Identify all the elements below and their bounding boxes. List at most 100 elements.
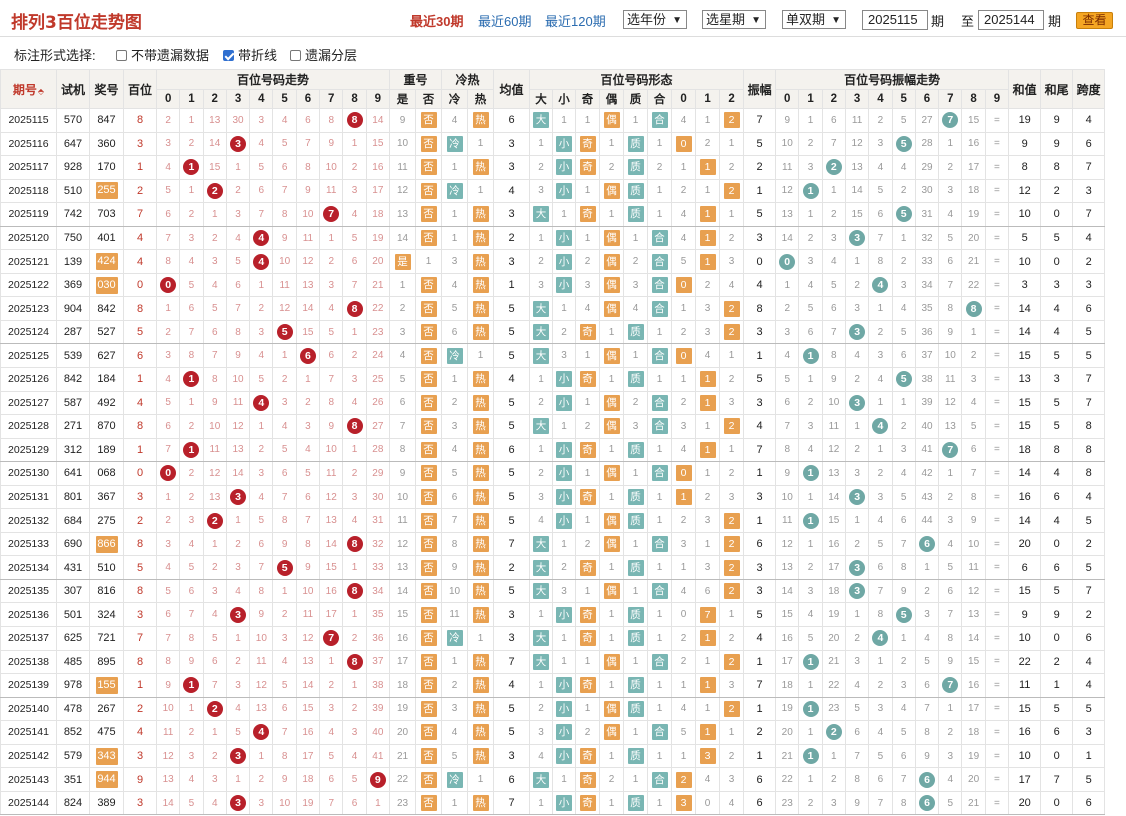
year-select[interactable]: 选年份 ▼: [623, 10, 687, 29]
coldhot-cell: 热: [467, 225, 495, 251]
shape-tag: 小: [556, 277, 573, 294]
amp-trend-cell: 1: [868, 649, 893, 675]
amp-trend-cell: 8: [961, 296, 986, 321]
amp-trend-cell: 1: [798, 743, 823, 769]
parity-select[interactable]: 单双期 ▼: [782, 10, 846, 29]
shape-tag: 小: [556, 135, 573, 152]
shape-cell: 2: [719, 696, 745, 722]
coldhot-cell: 热: [467, 508, 495, 533]
trend-cell: 2: [342, 155, 367, 180]
trend-cell: 8: [272, 743, 297, 769]
trend-cell: 7: [225, 296, 251, 321]
amplitude-cell: 3: [743, 319, 777, 345]
shape-cell: 4: [719, 790, 745, 816]
coldhot-tag: 热: [472, 112, 489, 129]
shape-cell: 3: [529, 720, 554, 745]
amp-trend-cell: 9: [821, 367, 846, 392]
trend-cell: 24: [365, 343, 391, 369]
shape-tag: 质: [627, 135, 644, 152]
query-button[interactable]: 查看: [1076, 12, 1113, 29]
sum-cell: 14: [1008, 508, 1042, 533]
trend-cell: 3: [155, 531, 181, 557]
amp-trend-cell: 3: [844, 484, 870, 510]
prize-cell: 842: [89, 296, 124, 321]
amp-trend-cell: 1: [798, 508, 823, 533]
table-row: 2025132 684 275 2 2 3 2 1 5 8 7 13 4 31 11 否 7 热 5 4 小 1 偶质 1 2 3…: [0, 508, 1106, 533]
hundred-digit-cell: 1: [123, 673, 157, 698]
shape-cell: 奇: [575, 790, 601, 816]
col-issue-header[interactable]: 期号⬘: [0, 69, 57, 109]
amp-trend-cell: 19: [821, 602, 846, 628]
amp-ball: 3: [849, 324, 866, 341]
option-layered[interactable]: 遗漏分层: [290, 45, 357, 64]
prize-cell: 475: [89, 720, 124, 745]
avg-cell: 7: [493, 649, 531, 675]
span-cell: 5: [1072, 343, 1106, 369]
coldhot-cell: 热: [467, 437, 495, 463]
shape-tag: 奇: [579, 559, 596, 576]
start-issue-input[interactable]: 2025115: [862, 10, 928, 30]
period-60-link[interactable]: 最近60期: [478, 11, 531, 30]
prize-cell: 275: [89, 508, 124, 533]
period-30-link[interactable]: 最近30期: [410, 11, 463, 30]
amp-trend-cell: 2: [891, 249, 916, 274]
sort-icon[interactable]: ⬘: [38, 87, 44, 96]
shape-cell: 2: [719, 367, 745, 392]
option-polyline[interactable]: 带折线: [223, 45, 277, 64]
amp-trend-cell: 6: [798, 319, 823, 345]
shape-cell: 小: [552, 249, 577, 274]
trend-cell: 10: [249, 626, 274, 651]
amp-trend-cell: 20: [961, 225, 986, 251]
trend-cell: 1: [179, 437, 204, 463]
tail-cell: 0: [1040, 790, 1074, 816]
amp-trend-cell: 1: [798, 484, 823, 510]
avg-cell: 6: [493, 108, 531, 133]
amp-trend-cell: 3: [798, 155, 823, 180]
amp-trend-cell: 44: [914, 508, 940, 533]
amp-trend-cell: 18: [775, 673, 800, 698]
coldhot-cell: 热: [467, 720, 495, 745]
sum-cell: 16: [1008, 484, 1042, 510]
shape-cell: 1: [552, 108, 577, 133]
shape-cell: 质: [623, 790, 649, 816]
checkbox-icon[interactable]: [290, 50, 301, 61]
shape-cell: 1: [623, 461, 649, 486]
trend-cell: 10: [225, 367, 251, 392]
trend-cell: 1: [202, 202, 227, 227]
amp-trend-cell: 5: [961, 414, 986, 439]
amp-trend-cell: 4: [775, 343, 800, 369]
trend-cell: 5: [249, 508, 274, 533]
issue-cell: 2025117: [0, 155, 57, 180]
avg-cell: 1: [493, 272, 531, 298]
trend-cell: 1: [179, 367, 204, 392]
hundred-digit-cell: 8: [123, 531, 157, 557]
end-issue-input[interactable]: 2025144: [978, 10, 1044, 30]
span-cell: 1: [1072, 743, 1106, 769]
trend-cell: 1: [179, 696, 204, 722]
checkbox-checked-icon[interactable]: [223, 50, 234, 61]
shape-subheader: 大: [529, 89, 554, 109]
amp-trend-cell: 12: [821, 437, 846, 463]
table-row: 2025125 539 627 6 3 8 7 9 4 1 6 6 2 24 4 否冷 1 5 大 3 1 偶 1 合 0 4 1 1…: [0, 343, 1106, 369]
amp-trend-cell: 14: [844, 178, 870, 204]
checkbox-icon[interactable]: [116, 50, 127, 61]
shape-cell: 偶: [599, 343, 625, 369]
period-120-link[interactable]: 最近120期: [545, 11, 606, 30]
shape-tag: 3: [675, 795, 692, 812]
week-select[interactable]: 选星期 ▼: [702, 10, 766, 29]
shape-cell: 4: [529, 508, 554, 533]
issue-cell: 2025123: [0, 296, 57, 321]
shape-cell: 2: [719, 108, 745, 133]
trend-cell: 17: [295, 743, 321, 769]
repeat-cell: 8: [389, 437, 417, 463]
trend-cell: 5: [202, 626, 227, 651]
trend-cell: 5: [179, 272, 204, 298]
amplitude-cell: 6: [743, 531, 777, 557]
shape-cell: 小: [552, 790, 577, 816]
trend-cell: 3: [319, 272, 344, 298]
amp-trend-cell: =: [984, 696, 1010, 722]
table-row: 2025131 801 367 3 1 2 13 3 4 7 6 12 3 30 10 否 6 热 5 3 小奇 1 质 1 1…: [0, 484, 1106, 510]
amplitude-cell: 3: [743, 555, 777, 580]
option-no-miss[interactable]: 不带遗漏数据: [116, 45, 209, 64]
amp-trend-cell: 11: [938, 367, 963, 392]
